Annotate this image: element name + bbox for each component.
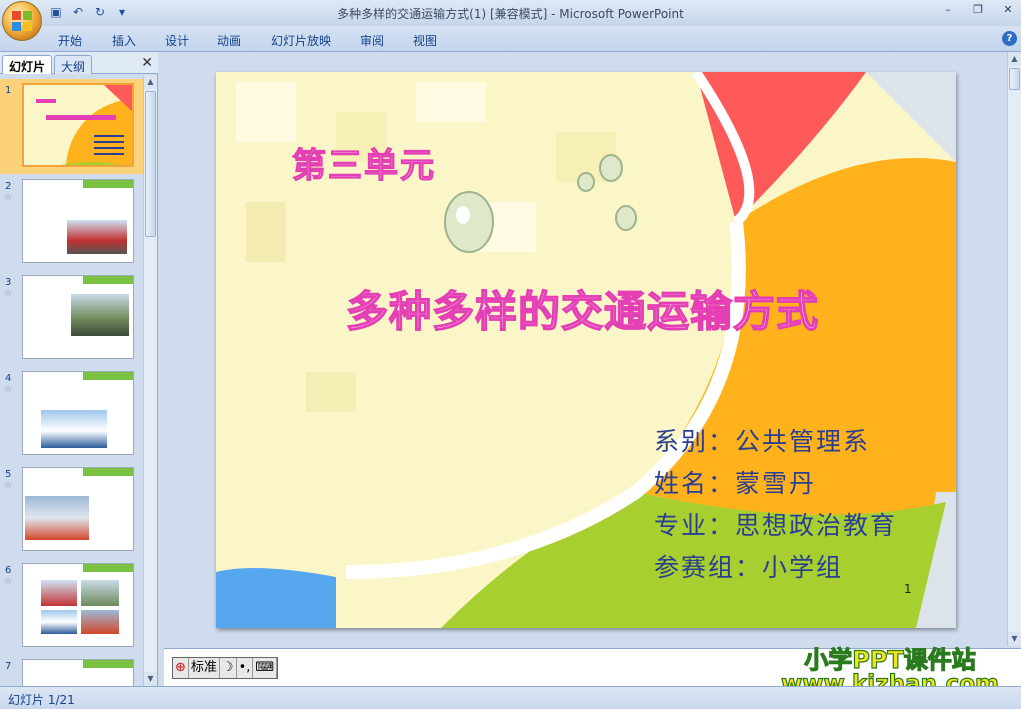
- thumbnail-slide-1[interactable]: [22, 83, 134, 167]
- train-image: [71, 294, 129, 336]
- truck-image: [67, 220, 127, 254]
- thumbnail-1-art: [24, 85, 132, 165]
- watermark-title: 小学PPT课件站: [804, 645, 977, 674]
- scrollbar-thumb[interactable]: [145, 91, 156, 237]
- thumbnail-number: 4: [5, 373, 12, 384]
- main-scrollbar[interactable]: ▲ ▼: [1007, 52, 1021, 646]
- thumbnail-list: 1 2 ☆ 3 ☆ 4 ☆ 5 ☆ 6 ☆ 7: [0, 75, 143, 686]
- office-logo-icon: [12, 11, 32, 31]
- ime-mode[interactable]: 标准: [189, 658, 220, 678]
- ime-punct-icon[interactable]: •,: [237, 658, 254, 678]
- window-controls: – ❐ ✕: [941, 3, 1015, 16]
- thumbnail-slide-2[interactable]: [22, 179, 134, 263]
- thumbnail-slide-4[interactable]: [22, 371, 134, 455]
- thumbnail-decor: [83, 468, 133, 476]
- slide-indicator: 幻灯片 1/21: [8, 693, 75, 707]
- thumbnail-number: 3: [5, 277, 12, 288]
- thumbnail-slide-3[interactable]: [22, 275, 134, 359]
- office-button[interactable]: [2, 1, 42, 41]
- animation-star-icon: ☆: [4, 385, 13, 395]
- ribbon-tabs: 开始 插入 设计 动画 幻灯片放映 审阅 视图 ?: [0, 26, 1021, 52]
- panel-tabs: 幻灯片 大纲 ✕: [0, 52, 158, 74]
- slides-panel: 幻灯片 大纲 ✕ 1 2 ☆ 3 ☆ 4 ☆ 5 ☆ 6 ☆ 7 ▲ ▼: [0, 52, 158, 686]
- animation-star-icon: ☆: [4, 193, 13, 203]
- info-name: 姓名：蒙雪丹: [654, 469, 817, 498]
- ship-image: [41, 410, 107, 448]
- minimize-button[interactable]: –: [941, 3, 955, 16]
- slide-main-title: 多种多样的交通运输方式: [345, 286, 820, 337]
- thumbnail-decor: [83, 564, 133, 572]
- thumbnail-slide-6[interactable]: [22, 563, 134, 647]
- scroll-up-icon[interactable]: ▲: [1008, 52, 1021, 66]
- animation-star-icon: ☆: [4, 577, 13, 587]
- thumbnail-number: 6: [5, 565, 12, 576]
- tab-design[interactable]: 设计: [165, 32, 189, 49]
- info-department: 系别：公共管理系: [654, 427, 871, 456]
- tab-insert[interactable]: 插入: [112, 32, 136, 49]
- info-group: 参赛组：小学组: [654, 553, 844, 582]
- thumbnail-decor: [83, 372, 133, 380]
- airplane-image: [25, 496, 89, 540]
- tab-review[interactable]: 审阅: [360, 32, 384, 49]
- thumbnail-number: 5: [5, 469, 12, 480]
- help-icon[interactable]: ?: [1002, 31, 1017, 46]
- close-panel-icon[interactable]: ✕: [141, 55, 153, 71]
- train-image: [81, 580, 119, 606]
- title-bar: ▣ ↶ ↻ ▾ 多种多样的交通运输方式(1) [兼容模式] - Microsof…: [0, 0, 1021, 41]
- thumbnail-decor: [83, 660, 133, 668]
- window-title: 多种多样的交通运输方式(1) [兼容模式] - Microsoft PowerP…: [337, 7, 684, 21]
- thumbnail-decor: [83, 276, 133, 284]
- tab-view[interactable]: 视图: [413, 32, 437, 49]
- ship-image: [41, 610, 77, 634]
- tab-home[interactable]: 开始: [58, 32, 82, 49]
- thumbnail-number: 1: [5, 85, 12, 96]
- animation-star-icon: ☆: [4, 289, 13, 299]
- thumbnail-decor: [83, 180, 133, 188]
- ime-logo-icon[interactable]: ⊕: [173, 658, 189, 678]
- unit-title: 第三单元: [291, 145, 436, 186]
- thumbnail-slide-7[interactable]: [22, 659, 134, 686]
- restore-button[interactable]: ❐: [971, 3, 985, 16]
- thumbnail-number: 2: [5, 181, 12, 192]
- slide-page-number: 1: [904, 582, 912, 596]
- airplane-image: [81, 610, 119, 634]
- tab-outline[interactable]: 大纲: [54, 55, 93, 74]
- animation-star-icon: ☆: [4, 481, 13, 491]
- scroll-down-icon[interactable]: ▼: [144, 672, 157, 686]
- scrollbar-thumb[interactable]: [1009, 68, 1020, 90]
- slide-editing-area: 第三单元 多种多样的交通运输方式 系别：公共管理系 姓名：蒙雪丹 专业：思想政治…: [164, 52, 1004, 642]
- ime-keyboard-icon[interactable]: ⌨: [253, 658, 278, 678]
- tab-slides[interactable]: 幻灯片: [2, 55, 53, 74]
- ime-toolbar[interactable]: ⊕ 标准 ☽ •, ⌨: [172, 657, 279, 679]
- slide-1[interactable]: 第三单元 多种多样的交通运输方式 系别：公共管理系 姓名：蒙雪丹 专业：思想政治…: [216, 72, 956, 628]
- info-major: 专业：思想政治教育: [654, 511, 898, 540]
- thumbnail-number: 7: [5, 661, 12, 672]
- truck-image: [41, 580, 77, 606]
- close-button[interactable]: ✕: [1001, 3, 1015, 16]
- scroll-up-icon[interactable]: ▲: [144, 75, 157, 89]
- tab-animation[interactable]: 动画: [217, 32, 241, 49]
- tab-slideshow[interactable]: 幻灯片放映: [271, 32, 331, 49]
- status-bar: 幻灯片 1/21: [0, 686, 1021, 709]
- ime-moon-icon[interactable]: ☽: [220, 658, 237, 678]
- thumbnail-slide-5[interactable]: [22, 467, 134, 551]
- thumbnail-scrollbar[interactable]: ▲ ▼: [143, 75, 157, 686]
